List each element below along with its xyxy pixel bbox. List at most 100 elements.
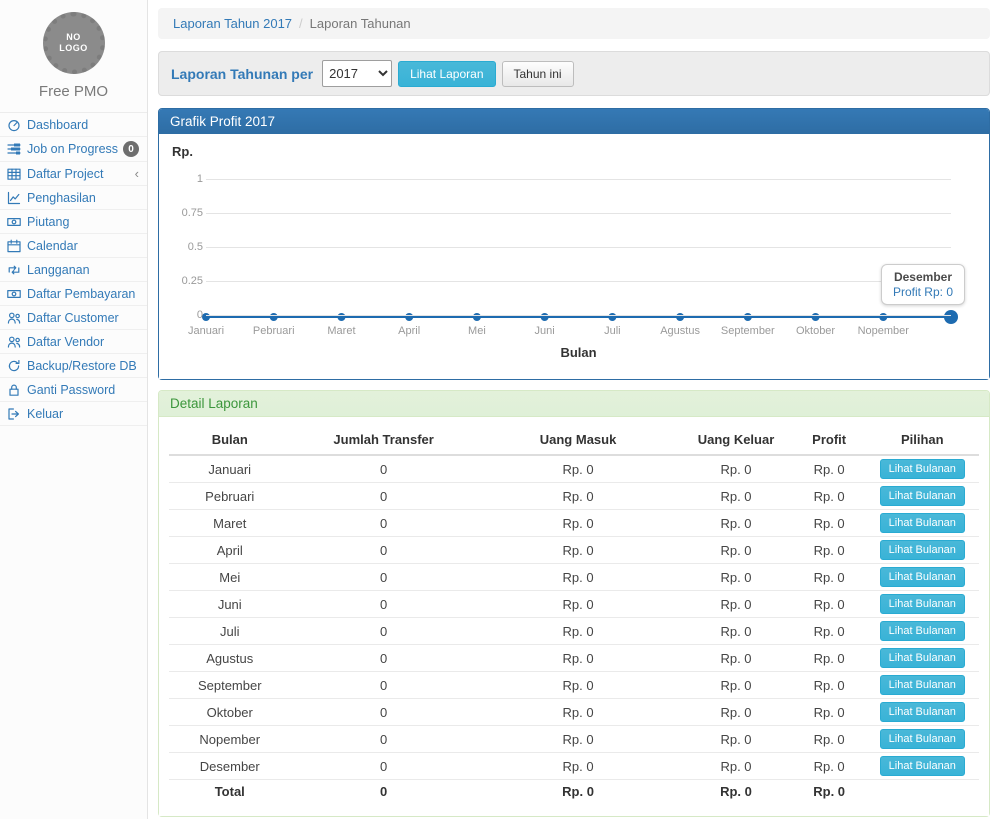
sidebar-item-keluar[interactable]: Keluar: [0, 402, 147, 426]
cell-jumlah-transfer: 0: [291, 510, 477, 537]
lihat-laporan-button[interactable]: Lihat Laporan: [398, 61, 495, 87]
lihat-bulanan-button-agustus[interactable]: Lihat Bulanan: [880, 648, 965, 668]
cell-uang-keluar: Rp. 0: [679, 672, 792, 699]
cell-uang-keluar: Rp. 0: [679, 753, 792, 780]
chevron-left-icon: ‹: [135, 167, 139, 180]
sign-out-icon: [7, 407, 22, 421]
sidebar-item-job-on-progress[interactable]: Job on Progress0: [0, 137, 147, 162]
report-filter-label: Laporan Tahunan per: [171, 66, 313, 82]
logo-block: NOLOGO Free PMO: [0, 0, 147, 112]
lihat-bulanan-button-januari[interactable]: Lihat Bulanan: [880, 459, 965, 479]
chart-tooltip: Desember Profit Rp: 0: [881, 264, 965, 305]
sidebar-item-label: Daftar Project: [27, 167, 103, 181]
cell-profit: Rp. 0: [793, 753, 866, 780]
lihat-bulanan-button-juni[interactable]: Lihat Bulanan: [880, 594, 965, 614]
table-row: September0Rp. 0Rp. 0Rp. 0Lihat Bulanan: [169, 672, 979, 699]
cell-uang-masuk: Rp. 0: [477, 699, 680, 726]
cell-bulan: Juni: [169, 591, 291, 618]
cell-profit: Rp. 0: [793, 564, 866, 591]
lihat-bulanan-button-april[interactable]: Lihat Bulanan: [880, 540, 965, 560]
cell-jumlah-transfer: 0: [291, 753, 477, 780]
breadcrumb-current: Laporan Tahunan: [310, 16, 411, 31]
lihat-bulanan-button-september[interactable]: Lihat Bulanan: [880, 675, 965, 695]
breadcrumb-separator: /: [299, 16, 303, 31]
no-logo-image: NOLOGO: [43, 12, 105, 74]
cell-uang-masuk: Rp. 0: [477, 591, 680, 618]
sidebar-item-dashboard[interactable]: Dashboard: [0, 113, 147, 137]
breadcrumb: Laporan Tahun 2017 / Laporan Tahunan: [158, 8, 990, 39]
table-row: Agustus0Rp. 0Rp. 0Rp. 0Lihat Bulanan: [169, 645, 979, 672]
brand-name: Free PMO: [0, 83, 147, 100]
cell-profit: Rp. 0: [793, 483, 866, 510]
sidebar-item-piutang[interactable]: Piutang: [0, 210, 147, 234]
x-tick-label: April: [398, 325, 420, 337]
lihat-bulanan-button-nopember[interactable]: Lihat Bulanan: [880, 729, 965, 749]
sidebar-item-penghasilan[interactable]: Penghasilan: [0, 186, 147, 210]
column-header-profit: Profit: [793, 425, 866, 455]
sidebar-item-daftar-vendor[interactable]: Daftar Vendor: [0, 330, 147, 354]
table-icon: [7, 167, 22, 181]
table-row: Maret0Rp. 0Rp. 0Rp. 0Lihat Bulanan: [169, 510, 979, 537]
gridline: [206, 315, 951, 316]
cell-uang-masuk: Rp. 0: [477, 455, 680, 483]
chart-tooltip-value: Profit Rp: 0: [893, 285, 953, 299]
tahun-ini-button[interactable]: Tahun ini: [502, 61, 574, 87]
y-tick-label: 0: [169, 309, 203, 321]
cell-profit: Rp. 0: [793, 510, 866, 537]
cell-uang-masuk: Rp. 0: [477, 510, 680, 537]
table-row: Juli0Rp. 0Rp. 0Rp. 0Lihat Bulanan: [169, 618, 979, 645]
profit-line-chart[interactable]: Desember Profit Rp: 0 Rp.10.750.50.250Ja…: [169, 142, 979, 367]
cell-bulan: Juli: [169, 618, 291, 645]
sidebar-item-daftar-pembayaran[interactable]: Daftar Pembayaran: [0, 282, 147, 306]
lihat-bulanan-button-juli[interactable]: Lihat Bulanan: [880, 621, 965, 641]
cell-bulan: Pebruari: [169, 483, 291, 510]
table-row: Juni0Rp. 0Rp. 0Rp. 0Lihat Bulanan: [169, 591, 979, 618]
dashboard-icon: [7, 118, 22, 132]
cell-uang-masuk: Rp. 0: [477, 618, 680, 645]
breadcrumb-link-laporan-tahun[interactable]: Laporan Tahun 2017: [173, 16, 292, 31]
cell-bulan: September: [169, 672, 291, 699]
sidebar-item-label: Penghasilan: [27, 191, 96, 205]
cell-profit: Rp. 0: [793, 537, 866, 564]
sidebar-item-label: Keluar: [27, 407, 63, 421]
cell-jumlah-transfer: 0: [291, 645, 477, 672]
cell-uang-keluar: Rp. 0: [679, 510, 792, 537]
year-select[interactable]: 2017: [322, 60, 392, 87]
lihat-bulanan-button-oktober[interactable]: Lihat Bulanan: [880, 702, 965, 722]
sidebar-item-calendar[interactable]: Calendar: [0, 234, 147, 258]
cell-uang-masuk: Rp. 0: [477, 645, 680, 672]
cell-jumlah-transfer: 0: [291, 537, 477, 564]
report-filter-bar: Laporan Tahunan per 2017 Lihat Laporan T…: [158, 51, 990, 96]
lihat-bulanan-button-mei[interactable]: Lihat Bulanan: [880, 567, 965, 587]
cell-pilihan: Lihat Bulanan: [866, 726, 979, 753]
chart-tooltip-title: Desember: [893, 270, 953, 284]
sidebar-item-label: Piutang: [27, 215, 69, 229]
column-header-bulan: Bulan: [169, 425, 291, 455]
sidebar-item-daftar-project[interactable]: Daftar Project ‹: [0, 162, 147, 186]
cell-bulan: Januari: [169, 455, 291, 483]
cell-bulan: Agustus: [169, 645, 291, 672]
data-point-desember[interactable]: [944, 310, 958, 324]
sidebar-item-label: Ganti Password: [27, 383, 115, 397]
sidebar-item-langganan[interactable]: Langganan: [0, 258, 147, 282]
x-tick-label: Nopember: [858, 325, 909, 337]
lihat-bulanan-button-desember[interactable]: Lihat Bulanan: [880, 756, 965, 776]
sidebar-item-daftar-customer[interactable]: Daftar Customer: [0, 306, 147, 330]
cell-uang-keluar: Rp. 0: [679, 537, 792, 564]
chart-y-axis-title: Rp.: [172, 144, 193, 159]
chart-x-axis-title: Bulan: [560, 345, 596, 360]
cell-profit: Rp. 0: [793, 672, 866, 699]
lihat-bulanan-button-maret[interactable]: Lihat Bulanan: [880, 513, 965, 533]
gridline: [206, 179, 951, 180]
x-tick-label: Januari: [188, 325, 224, 337]
money-icon: [7, 215, 22, 229]
lihat-bulanan-button-pebruari[interactable]: Lihat Bulanan: [880, 486, 965, 506]
sidebar-item-ganti-password[interactable]: Ganti Password: [0, 378, 147, 402]
x-tick-label: Oktober: [796, 325, 835, 337]
cell-pilihan: Lihat Bulanan: [866, 537, 979, 564]
cell-pilihan: Lihat Bulanan: [866, 699, 979, 726]
sidebar-item-label: Langganan: [27, 263, 90, 277]
cell-pilihan: Lihat Bulanan: [866, 510, 979, 537]
table-header-row: BulanJumlah TransferUang MasukUang Kelua…: [169, 425, 979, 455]
sidebar-item-backup-restore-db[interactable]: Backup/Restore DB: [0, 354, 147, 378]
